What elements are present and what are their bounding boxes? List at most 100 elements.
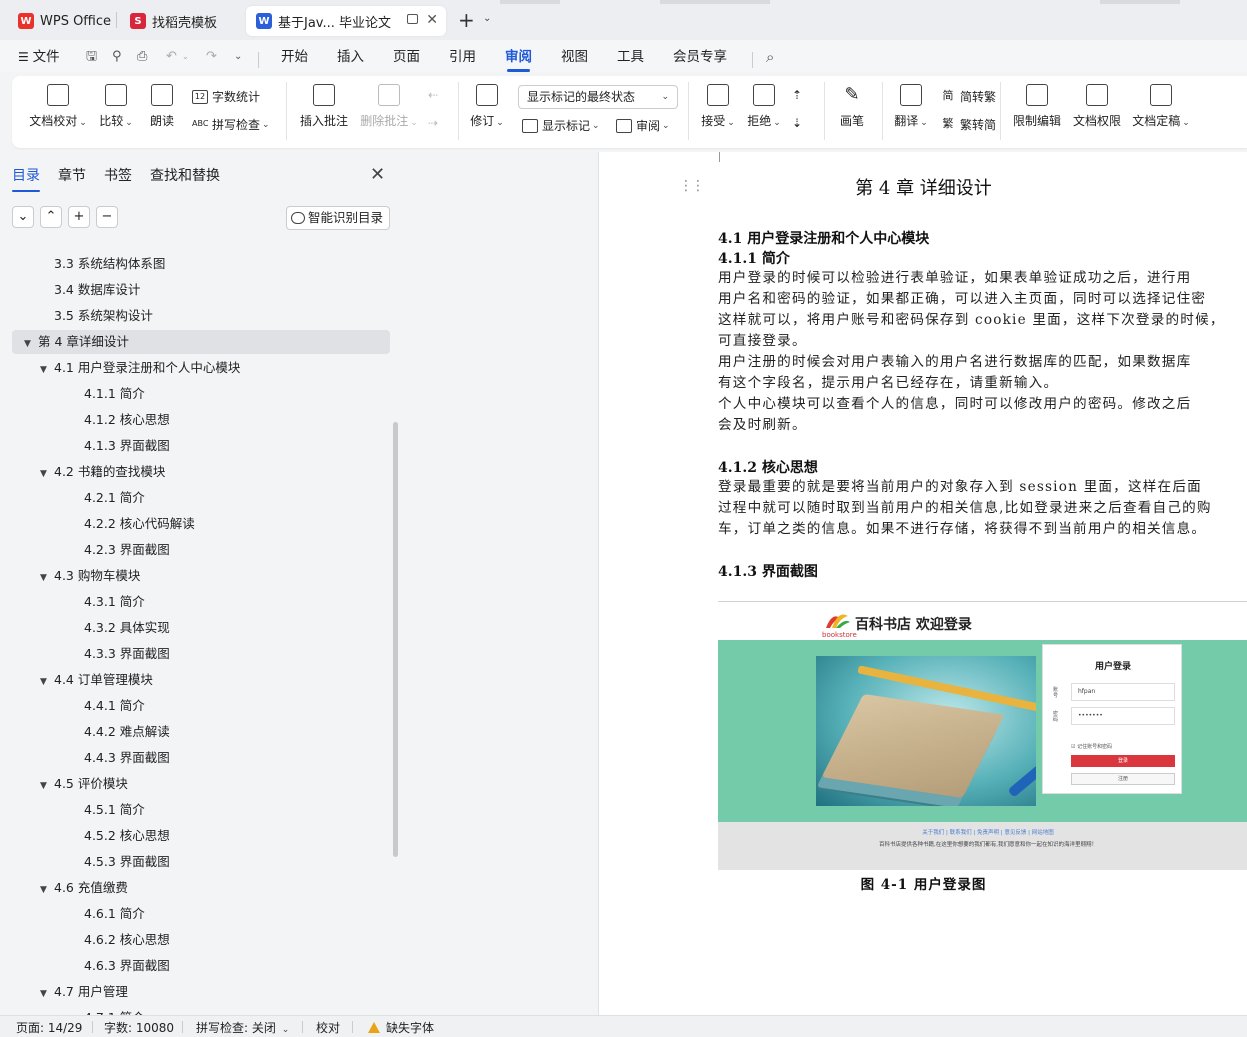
simp-to-trad-button[interactable]: 简简转繁	[940, 88, 997, 105]
toc-item[interactable]: 4.3.1 简介	[84, 590, 145, 614]
read-aloud-button[interactable]: 朗读	[146, 84, 178, 129]
delete-comment-button[interactable]: 删除批注 ⌄	[358, 84, 420, 129]
menu-references[interactable]: 引用	[449, 46, 476, 68]
nav-scrollbar[interactable]	[393, 422, 398, 857]
page-indicator[interactable]: 页面: 14/29	[16, 1019, 82, 1036]
menu-review[interactable]: 审阅	[505, 46, 532, 72]
close-icon[interactable]: ✕	[370, 164, 385, 185]
smart-toc-button[interactable]: 智能识别目录	[286, 206, 390, 230]
spell-check-button[interactable]: ABC 拼写检查 ⌄	[192, 116, 270, 133]
menu-insert[interactable]: 插入	[337, 46, 364, 68]
toc-item[interactable]: ▼ 4.6 充值缴费	[40, 876, 128, 900]
toc-item[interactable]: ▼ 4.3 购物车模块	[40, 564, 140, 588]
next-comment-icon[interactable]: ⇢	[428, 116, 438, 130]
quick-access-more-icon[interactable]: ⌄	[234, 50, 248, 64]
promote-level-button[interactable]: +	[68, 206, 90, 228]
compare-button[interactable]: 比较 ⌄	[96, 84, 136, 129]
toc-item[interactable]: 4.2.2 核心代码解读	[84, 512, 195, 536]
menu-start[interactable]: 开始	[281, 46, 308, 68]
menu-page[interactable]: 页面	[393, 46, 420, 68]
markup-state-select[interactable]: 显示标记的最终状态 ⌄	[518, 85, 678, 109]
toc-item[interactable]: 3.4 数据库设计	[54, 278, 140, 302]
toc-item[interactable]: 4.1.3 界面截图	[84, 434, 170, 458]
expand-arrow-icon[interactable]: ▼	[40, 774, 54, 798]
collapse-all-button[interactable]: ⌃	[40, 206, 62, 228]
next-change-icon[interactable]: ⇣	[792, 116, 802, 130]
word-count-indicator[interactable]: 字数: 10080	[104, 1019, 174, 1036]
toc-item[interactable]: 4.3.2 具体实现	[84, 616, 170, 640]
login-screenshot-figure[interactable]: bookstore 百科书店 欢迎登录 用户登录 账号 hfpan 密码 •••…	[718, 604, 1247, 870]
proofread-status[interactable]: 校对	[316, 1019, 340, 1036]
toc-item[interactable]: ▼ 4.5 评价模块	[40, 772, 128, 796]
expand-arrow-icon[interactable]: ▼	[40, 462, 54, 486]
tab-wps-office[interactable]: W WPS Office	[8, 6, 114, 36]
nav-tab-find-replace[interactable]: 查找和替换	[150, 165, 220, 185]
toc-item[interactable]: 4.5.3 界面截图	[84, 850, 170, 874]
nav-tab-chapters[interactable]: 章节	[58, 165, 86, 185]
toc-item[interactable]: 4.4.2 难点解读	[84, 720, 170, 744]
tab-current-document[interactable]: W 基于Jav... 毕业论文 ✕	[246, 6, 446, 36]
expand-arrow-icon[interactable]: ▼	[40, 982, 54, 1006]
review-pane-button[interactable]: 审阅 ⌄	[616, 117, 670, 134]
toc-item[interactable]: 4.6.3 界面截图	[84, 954, 170, 978]
toc-item[interactable]: 4.5.2 核心思想	[84, 824, 170, 848]
show-markup-button[interactable]: 显示标记 ⌄	[522, 117, 600, 134]
toc-item[interactable]: 4.4.3 界面截图	[84, 746, 170, 770]
redo-icon[interactable]: ↷	[206, 50, 220, 64]
save-icon[interactable]: 🖫	[86, 50, 100, 64]
doc-proof-button[interactable]: 文档校对 ⌄	[28, 84, 88, 129]
menu-view[interactable]: 视图	[561, 46, 588, 68]
expand-arrow-icon[interactable]: ▼	[40, 670, 54, 694]
toc-item[interactable]: 4.1.1 简介	[84, 382, 145, 406]
translate-button[interactable]: 翻译 ⌄	[892, 84, 930, 129]
pen-button[interactable]: ✎ 画笔	[834, 84, 870, 129]
toc-item[interactable]: ▼ 4.1 用户登录注册和个人中心模块	[40, 356, 240, 380]
toc-item[interactable]: 4.2.3 界面截图	[84, 538, 170, 562]
tab-list-chevron-icon[interactable]: ⌄	[483, 13, 491, 24]
demote-level-button[interactable]: −	[96, 206, 118, 228]
new-tab-button[interactable]: +	[458, 8, 475, 32]
missing-font-warning[interactable]: 缺失字体	[368, 1019, 434, 1036]
toc-item[interactable]: 3.5 系统架构设计	[54, 304, 153, 328]
toc-item[interactable]: ▼ 第 4 章详细设计	[24, 330, 129, 354]
nav-tab-bookmarks[interactable]: 书签	[104, 165, 132, 185]
toc-item[interactable]: ▼ 4.7 用户管理	[40, 980, 128, 1004]
doc-rights-button[interactable]: 文档权限	[1070, 84, 1124, 129]
toc-item[interactable]: 4.1.2 核心思想	[84, 408, 170, 432]
toc-item[interactable]: 4.3.3 界面截图	[84, 642, 170, 666]
window-mode-icon[interactable]	[407, 14, 418, 24]
close-tab-icon[interactable]: ✕	[426, 12, 438, 28]
word-count-button[interactable]: 12 字数统计	[192, 88, 260, 105]
menu-member[interactable]: 会员专享	[673, 46, 727, 68]
reject-button[interactable]: 拒绝 ⌄	[744, 84, 784, 129]
toc-item[interactable]: 4.2.1 简介	[84, 486, 145, 510]
expand-all-button[interactable]: ⌄	[12, 206, 34, 228]
search-icon[interactable]: ⌕	[766, 50, 780, 65]
restrict-edit-button[interactable]: 限制编辑	[1010, 84, 1064, 129]
menu-tools[interactable]: 工具	[617, 46, 644, 68]
expand-arrow-icon[interactable]: ▼	[40, 358, 54, 382]
prev-comment-icon[interactable]: ⇠	[428, 88, 438, 102]
toc-item[interactable]: 4.6.1 简介	[84, 902, 145, 926]
insert-comment-button[interactable]: 插入批注	[298, 84, 350, 129]
undo-icon[interactable]: ↶	[166, 50, 180, 64]
track-changes-button[interactable]: 修订 ⌄	[468, 84, 506, 129]
prev-change-icon[interactable]: ⇡	[792, 88, 802, 102]
toc-item[interactable]: 4.7.1 简介	[84, 1006, 145, 1015]
toc-item[interactable]: 4.4.1 简介	[84, 694, 145, 718]
nav-tab-toc[interactable]: 目录	[12, 165, 40, 192]
document-page[interactable]: ⋮⋮ 第 4 章 详细设计 4.1 用户登录注册和个人中心模块 4.1.1 简介…	[598, 152, 1247, 1015]
toc-item[interactable]: 4.6.2 核心思想	[84, 928, 170, 952]
toc-item[interactable]: ▼ 4.2 书籍的查找模块	[40, 460, 165, 484]
toc-item[interactable]: 4.5.1 简介	[84, 798, 145, 822]
trad-to-simp-button[interactable]: 繁繁转简	[940, 116, 997, 133]
expand-arrow-icon[interactable]: ▼	[40, 566, 54, 590]
spell-check-status[interactable]: 拼写检查: 关闭 ⌄	[196, 1019, 289, 1036]
toc-item[interactable]: ▼ 4.4 订单管理模块	[40, 668, 153, 692]
expand-arrow-icon[interactable]: ▼	[40, 878, 54, 902]
expand-arrow-icon[interactable]: ▼	[24, 332, 38, 356]
finalize-button[interactable]: 文档定稿 ⌄	[1130, 84, 1192, 129]
accept-button[interactable]: 接受 ⌄	[698, 84, 738, 129]
share-icon[interactable]: ⚲	[112, 50, 126, 64]
tab-docer-templates[interactable]: S 找稻壳模板	[120, 6, 240, 36]
